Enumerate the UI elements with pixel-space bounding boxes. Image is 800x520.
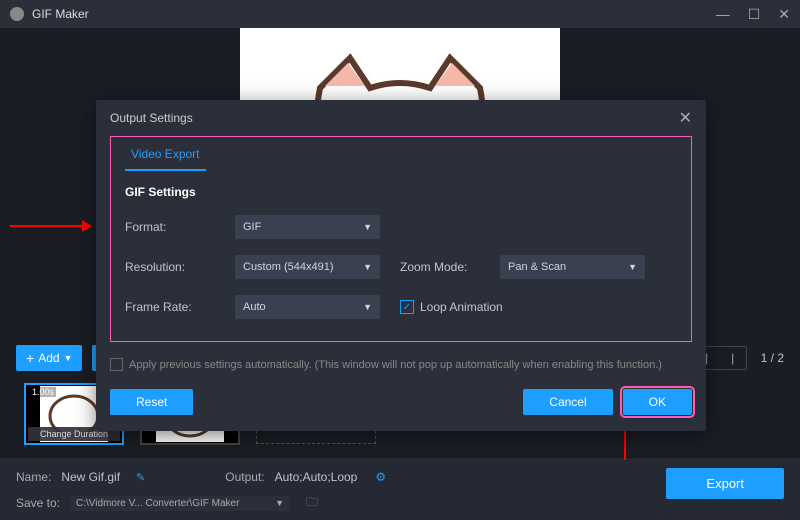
framerate-select[interactable]: Auto▼ <box>235 295 380 319</box>
maximize-icon[interactable]: ☐ <box>748 6 761 23</box>
app-logo-icon <box>10 7 24 21</box>
edit-name-icon[interactable]: ✎ <box>136 471 145 484</box>
close-window-icon[interactable]: ✕ <box>778 6 790 23</box>
checkbox-checked-icon: ✓ <box>400 300 414 314</box>
name-value: New Gif.gif <box>61 470 120 484</box>
output-settings-dialog: Output Settings ✕ Video Export GIF Setti… <box>96 100 706 431</box>
apply-previous-label: Apply previous settings automatically. (… <box>129 359 662 371</box>
clip-duration: 1.00s <box>30 387 56 397</box>
caret-down-icon: ▼ <box>628 262 637 272</box>
gif-settings-heading: GIF Settings <box>111 171 691 207</box>
caret-down-icon: ▼ <box>363 262 372 272</box>
name-label: Name: <box>16 470 51 484</box>
loop-animation-checkbox[interactable]: ✓ Loop Animation <box>400 300 503 314</box>
zoom-mode-label: Zoom Mode: <box>400 260 480 274</box>
ok-button[interactable]: OK <box>623 389 692 415</box>
saveto-select[interactable]: C:\Vidmore V... Converter\GIF Maker ▼ <box>70 496 290 511</box>
format-label: Format: <box>125 220 215 234</box>
caret-down-icon: ▼ <box>64 353 73 363</box>
settings-highlight-box: Video Export GIF Settings Format: GIF▼ R… <box>110 136 692 342</box>
tab-video-export[interactable]: Video Export <box>125 147 206 171</box>
zoom-mode-select[interactable]: Pan & Scan▼ <box>500 255 645 279</box>
bottom-bar: Name: New Gif.gif ✎ Output: Auto;Auto;Lo… <box>0 458 800 520</box>
resolution-label: Resolution: <box>125 260 215 274</box>
dialog-close-icon[interactable]: ✕ <box>679 108 692 128</box>
minimize-icon[interactable]: ― <box>716 6 730 23</box>
export-button[interactable]: Export <box>666 468 784 499</box>
dialog-title: Output Settings <box>110 111 193 125</box>
app-title: GIF Maker <box>32 7 89 21</box>
apply-previous-checkbox[interactable] <box>110 358 123 371</box>
framerate-label: Frame Rate: <box>125 300 215 314</box>
output-settings-icon[interactable]: ⚙ <box>375 470 386 484</box>
resolution-select[interactable]: Custom (544x491)▼ <box>235 255 380 279</box>
format-select[interactable]: GIF▼ <box>235 215 380 239</box>
cancel-button[interactable]: Cancel <box>523 389 612 415</box>
page-indicator: 1 / 2 <box>761 351 784 365</box>
titlebar: GIF Maker ― ☐ ✕ <box>0 0 800 28</box>
reset-button[interactable]: Reset <box>110 389 193 415</box>
caret-down-icon: ▼ <box>363 222 372 232</box>
plus-icon: + <box>26 350 34 366</box>
output-value: Auto;Auto;Loop <box>275 470 358 484</box>
caret-down-icon: ▼ <box>275 498 284 508</box>
saveto-label: Save to: <box>16 496 60 510</box>
annotation-arrow-right-icon <box>10 225 90 227</box>
browse-folder-icon[interactable]: 🗀 <box>306 493 318 514</box>
add-button[interactable]: + Add ▼ <box>16 345 82 371</box>
pager-next-button[interactable]: | <box>720 347 746 369</box>
caret-down-icon: ▼ <box>363 302 372 312</box>
output-label: Output: <box>225 470 264 484</box>
